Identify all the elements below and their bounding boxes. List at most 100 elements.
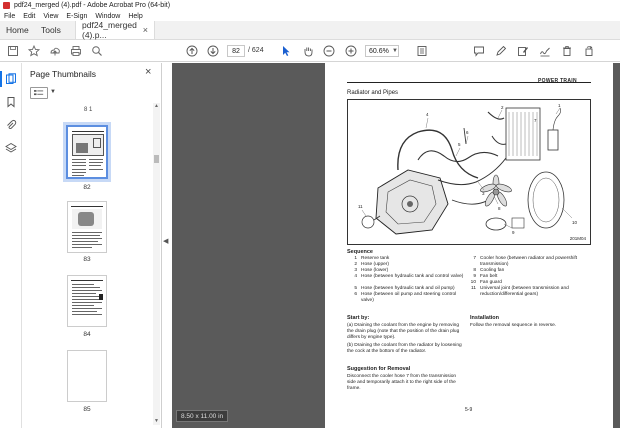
sequence-number: 2 xyxy=(354,262,357,267)
sequence-text: Universal joint (between transmission an… xyxy=(480,286,569,297)
svg-text:11: 11 xyxy=(358,204,363,209)
close-panel-icon[interactable]: × xyxy=(145,66,151,78)
header-rule xyxy=(347,82,591,83)
page-separator: / xyxy=(248,47,250,54)
thumbnail-page-83[interactable] xyxy=(67,201,107,253)
tab-document[interactable]: pdf24_merged (4).p... × xyxy=(75,20,155,40)
svg-text:7: 7 xyxy=(534,118,537,123)
rotate-icon[interactable] xyxy=(582,44,596,58)
menu-file[interactable]: File xyxy=(4,13,15,20)
figure-code: 201M04 xyxy=(569,236,586,241)
thumbnail-page-82[interactable] xyxy=(63,122,111,182)
attachments-icon[interactable] xyxy=(5,119,17,131)
bookmarks-icon[interactable] xyxy=(5,96,17,108)
zoom-in-icon[interactable] xyxy=(344,44,358,58)
toolbar: 82 / 624 60.6% ▼ xyxy=(0,40,620,62)
exploded-view-drawing: 1 2 3 4 5 6 7 8 9 10 11 xyxy=(358,103,578,235)
close-tab-icon[interactable]: × xyxy=(143,25,148,35)
start-by-step-a: (a) Draining the coolant from the engine… xyxy=(347,323,460,340)
edit-text-icon[interactable] xyxy=(516,44,530,58)
delete-icon[interactable] xyxy=(560,44,574,58)
next-page-icon[interactable] xyxy=(206,44,220,58)
menu-view[interactable]: View xyxy=(43,13,58,20)
page-count: / 624 xyxy=(248,47,264,54)
sequence-text: Hose (between hydraulic tank and control… xyxy=(361,274,464,279)
sequence-number: 3 xyxy=(354,268,357,273)
fill-sign-icon[interactable] xyxy=(538,44,552,58)
page-size-badge: 8.50 x 11.00 in xyxy=(176,410,229,422)
menu-edit[interactable]: Edit xyxy=(23,13,35,20)
tab-document-label: pdf24_merged (4).p... xyxy=(82,20,137,40)
sequence-number: 4 xyxy=(354,274,357,279)
save-icon[interactable] xyxy=(6,44,20,58)
sequence-item: 6 Hose (between oil pump and steering co… xyxy=(351,292,471,304)
thumbnail-page-84[interactable] xyxy=(67,275,107,327)
sequence-number: 7 xyxy=(473,256,476,261)
tab-tools[interactable]: Tools xyxy=(33,21,75,39)
layers-icon[interactable] xyxy=(5,142,17,154)
left-navigation-rail xyxy=(0,63,22,428)
sequence-text: Cooling fan xyxy=(480,268,505,273)
print-icon[interactable] xyxy=(69,44,83,58)
highlight-pen-icon[interactable] xyxy=(494,44,508,58)
sequence-item: 11 Universal joint (between transmission… xyxy=(470,286,594,298)
scroll-down-icon[interactable]: ▼ xyxy=(153,418,160,425)
svg-text:5: 5 xyxy=(458,142,461,147)
hand-tool-icon[interactable] xyxy=(301,44,315,58)
options-chevron-down-icon[interactable]: ▼ xyxy=(50,89,56,95)
menu-esign[interactable]: E-Sign xyxy=(66,13,87,20)
sequence-text: Fan guard xyxy=(480,280,502,285)
page-number: 5-9 xyxy=(465,407,473,413)
search-icon[interactable] xyxy=(90,44,104,58)
svg-text:2: 2 xyxy=(501,105,504,110)
chevron-down-icon[interactable]: ▼ xyxy=(392,48,398,54)
panel-title: Page Thumbnails xyxy=(30,69,96,79)
bookmark-star-icon[interactable] xyxy=(27,44,41,58)
scrollbar-thumb[interactable] xyxy=(154,155,159,163)
comment-icon[interactable] xyxy=(472,44,486,58)
pdf-page: POWER TRAIN Radiator and Pipes 1 2 3 4 5… xyxy=(325,63,613,428)
thumbnail-label: 85 xyxy=(83,406,91,413)
tab-bar: Home Tools pdf24_merged (4).p... × xyxy=(0,20,620,40)
active-indicator xyxy=(0,71,2,87)
previous-page-icon[interactable] xyxy=(185,44,199,58)
suggestion-title: Suggestion for Removal xyxy=(347,366,411,372)
page-layout-icon[interactable] xyxy=(415,44,429,58)
start-by-title: Start by: xyxy=(347,315,370,321)
suggestion-text: Disconnect the cooler hose 7 from the tr… xyxy=(347,374,457,391)
zoom-out-icon[interactable] xyxy=(322,44,336,58)
sequence-item: 4 Hose (between hydraulic tank and contr… xyxy=(351,274,471,286)
thumbnail-page-85[interactable] xyxy=(67,350,107,402)
thumbnail-scrollbar[interactable]: ▲ ▼ xyxy=(153,103,160,425)
page-thumbnails-panel: Page Thumbnails × ▼ 8 1 82 83 84 85 ▲ ▼ xyxy=(22,63,162,428)
menu-help[interactable]: Help xyxy=(128,13,142,20)
svg-text:8: 8 xyxy=(498,206,501,211)
tab-home[interactable]: Home xyxy=(0,21,33,39)
thumbnail-label-81: 8 1 xyxy=(84,107,93,113)
svg-text:6: 6 xyxy=(466,130,469,135)
thumbnail-options-button[interactable] xyxy=(30,87,48,99)
installation-title: Installation xyxy=(470,315,500,321)
page-number-input[interactable]: 82 xyxy=(227,45,245,57)
select-cursor-icon[interactable] xyxy=(279,44,293,58)
sequence-number: 5 xyxy=(354,286,357,291)
sequence-text: Cooler hose (between radiator and powers… xyxy=(480,256,578,267)
thumbnail-figure xyxy=(72,209,102,229)
scroll-up-icon[interactable]: ▲ xyxy=(153,103,160,110)
menu-window[interactable]: Window xyxy=(95,13,120,20)
installation-text: Follow the removal sequence in reverse. xyxy=(470,323,557,328)
sequence-text: Hose (upper) xyxy=(361,262,389,267)
thumbnail-label: 84 xyxy=(83,331,91,338)
sequence-number: 1 xyxy=(354,256,357,261)
document-title: Radiator and Pipes xyxy=(347,90,399,96)
sequence-number: 9 xyxy=(473,274,476,279)
upload-icon[interactable] xyxy=(48,44,62,58)
sequence-text: Reserve tank xyxy=(361,256,390,261)
document-viewport[interactable]: POWER TRAIN Radiator and Pipes 1 2 3 4 5… xyxy=(172,63,620,428)
page-thumbnails-icon[interactable] xyxy=(5,73,17,85)
collapse-panel-icon[interactable]: ◀ xyxy=(163,237,171,249)
start-by-step-b: (b) Draining the coolant from the radiat… xyxy=(347,343,462,354)
svg-text:4: 4 xyxy=(426,112,429,117)
sequence-item: 7 Cooler hose (between radiator and powe… xyxy=(470,256,594,268)
radiator-pipes-figure: 1 2 3 4 5 6 7 8 9 10 11 201M04 xyxy=(347,99,591,245)
